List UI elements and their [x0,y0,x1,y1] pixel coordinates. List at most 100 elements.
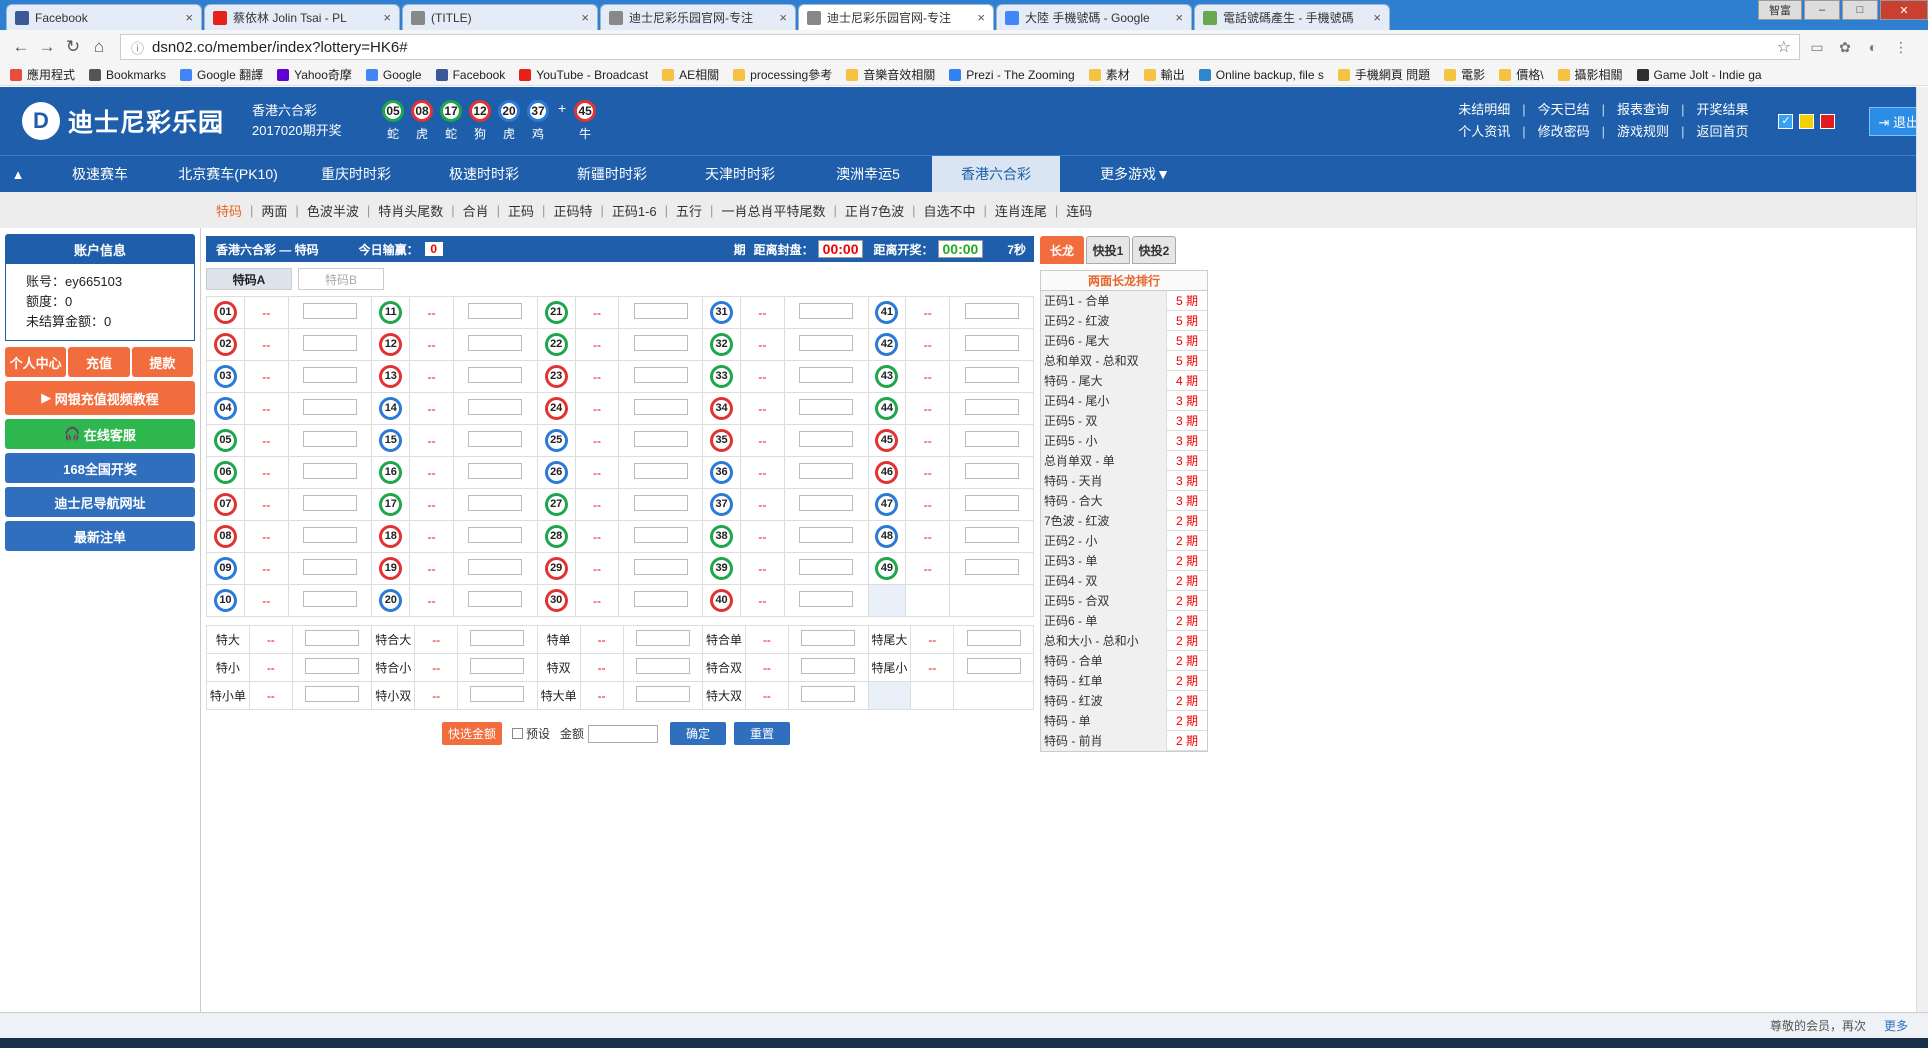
bet-amount-input[interactable] [799,527,854,543]
top-link[interactable]: 报表查询 [1617,99,1669,121]
browser-tab[interactable]: 電話號碼產生 - 手機號碼 × [1194,4,1390,30]
bet-amount-input[interactable] [633,335,688,351]
bet-amount-input[interactable] [801,658,856,674]
profile-button[interactable]: 智富 [1758,0,1802,20]
withdraw-button[interactable]: 提款 [131,347,193,377]
page-scrollbar[interactable] [1916,87,1928,1012]
close-icon[interactable]: × [185,10,193,25]
national-draw-button[interactable]: 168全国开奖 [5,453,195,483]
online-service-button[interactable]: 🎧 在线客服 [5,419,195,449]
bookmark-item[interactable]: Yahoo奇摩 [277,66,352,83]
bet-amount-input[interactable] [966,630,1021,646]
confirm-button[interactable]: 确定 [670,722,727,745]
bet-amount-input[interactable] [302,559,357,575]
menu-icon[interactable]: ⋮ [1890,39,1912,56]
close-icon[interactable]: × [581,10,589,25]
bet-amount-input[interactable] [799,591,854,607]
close-icon[interactable]: × [383,10,391,25]
tab-tema-b[interactable]: 特码B [298,268,384,290]
bookmark-item[interactable]: 攝影相關 [1557,66,1623,83]
bet-amount-input[interactable] [302,335,357,351]
bet-amount-input[interactable] [302,463,357,479]
bet-amount-input[interactable] [302,399,357,415]
nav-url-button[interactable]: 迪士尼导航网址 [5,487,195,517]
bet-amount-input[interactable] [470,658,525,674]
bookmark-item[interactable]: 輸出 [1143,66,1185,83]
bet-amount-input[interactable] [799,399,854,415]
top-link[interactable]: 未结明细 [1458,99,1510,121]
sub-nav-item[interactable]: 自选不中 [915,201,983,220]
bet-amount-input[interactable] [302,591,357,607]
personal-center-button[interactable]: 个人中心 [5,347,67,377]
close-icon[interactable]: × [1373,10,1381,25]
back-icon[interactable]: ← [8,37,34,57]
tab-tema-a[interactable]: 特码A [206,268,292,290]
top-link[interactable]: 返回首页 [1696,121,1748,143]
bet-amount-input[interactable] [635,630,690,646]
theme-swatch[interactable]: ✓ [1778,113,1794,129]
bet-amount-input[interactable] [468,431,523,447]
bet-amount-input[interactable] [633,303,688,319]
close-icon[interactable]: × [779,10,787,25]
bookmark-star-icon[interactable]: ☆ [1777,37,1791,57]
bet-amount-input[interactable] [964,495,1019,511]
bookmark-item[interactable]: Facebook [435,68,505,82]
sub-nav-item[interactable]: 色波半波 [299,201,367,220]
info-icon[interactable]: ⓘ [131,38,144,57]
bookmark-item[interactable]: 應用程式 [10,66,75,83]
top-link[interactable]: 修改密码 [1538,121,1590,143]
home-icon[interactable]: ⌂ [86,37,112,57]
bet-amount-input[interactable] [964,463,1019,479]
bookmark-item[interactable]: Google 翻譯 [180,66,263,83]
bet-amount-input[interactable] [964,335,1019,351]
browser-tab[interactable]: 迪士尼彩乐园官网-专注 × [798,4,994,30]
bet-amount-input[interactable] [468,591,523,607]
bet-amount-input[interactable] [305,658,360,674]
bet-amount-input[interactable] [633,431,688,447]
bookmark-item[interactable]: Online backup, file s [1198,68,1324,82]
bet-amount-input[interactable] [799,303,854,319]
bet-amount-input[interactable] [468,335,523,351]
browser-tab[interactable]: Facebook × [6,4,202,30]
bet-amount-input[interactable] [302,367,357,383]
preset-checkbox[interactable] [511,728,523,739]
bookmark-item[interactable]: processing參考 [733,66,832,83]
bet-amount-input[interactable] [633,463,688,479]
bookmark-item[interactable]: 電影 [1444,66,1485,83]
bet-amount-input[interactable] [302,431,357,447]
top-link[interactable]: 今天已结 [1538,99,1590,121]
bet-amount-input[interactable] [468,399,523,415]
browser-tab[interactable]: 大陸 手機號碼 - Google × [996,4,1192,30]
bet-amount-input[interactable] [302,527,357,543]
bookmark-item[interactable]: Bookmarks [89,68,166,82]
bet-amount-input[interactable] [633,495,688,511]
site-logo[interactable]: D 迪士尼彩乐园 [22,102,242,140]
bet-amount-input[interactable] [470,630,525,646]
bet-amount-input[interactable] [633,399,688,415]
bookmark-item[interactable]: Game Jolt - Indie ga [1636,68,1762,82]
sub-nav-item[interactable]: 连码 [1058,201,1100,220]
game-tab[interactable]: 新疆时时彩 [548,156,676,193]
sub-nav-item[interactable]: 两面 [253,201,295,220]
sub-nav-item[interactable]: 五行 [668,201,710,220]
bet-amount-input[interactable] [799,335,854,351]
bookmark-item[interactable]: 手機網頁 問題 [1337,66,1430,83]
bet-amount-input[interactable] [799,495,854,511]
top-link[interactable]: 开奖结果 [1696,99,1748,121]
close-icon[interactable]: × [1175,10,1183,25]
bet-amount-input[interactable] [964,399,1019,415]
bet-amount-input[interactable] [305,630,360,646]
bookmark-item[interactable]: 價格\ [1499,66,1544,83]
bet-amount-input[interactable] [633,559,688,575]
bet-amount-input[interactable] [799,431,854,447]
extension-icon[interactable]: ✿ [1834,39,1856,56]
bookmark-item[interactable]: AE相關 [662,66,719,83]
bet-amount-input[interactable] [801,630,856,646]
bet-amount-input[interactable] [302,303,357,319]
top-link[interactable]: 游戏规则 [1617,121,1669,143]
bookmark-item[interactable]: 素材 [1088,66,1130,83]
bet-amount-input[interactable] [468,559,523,575]
bet-amount-input[interactable] [635,686,690,702]
bet-amount-input[interactable] [468,463,523,479]
reset-button[interactable]: 重置 [734,722,791,745]
